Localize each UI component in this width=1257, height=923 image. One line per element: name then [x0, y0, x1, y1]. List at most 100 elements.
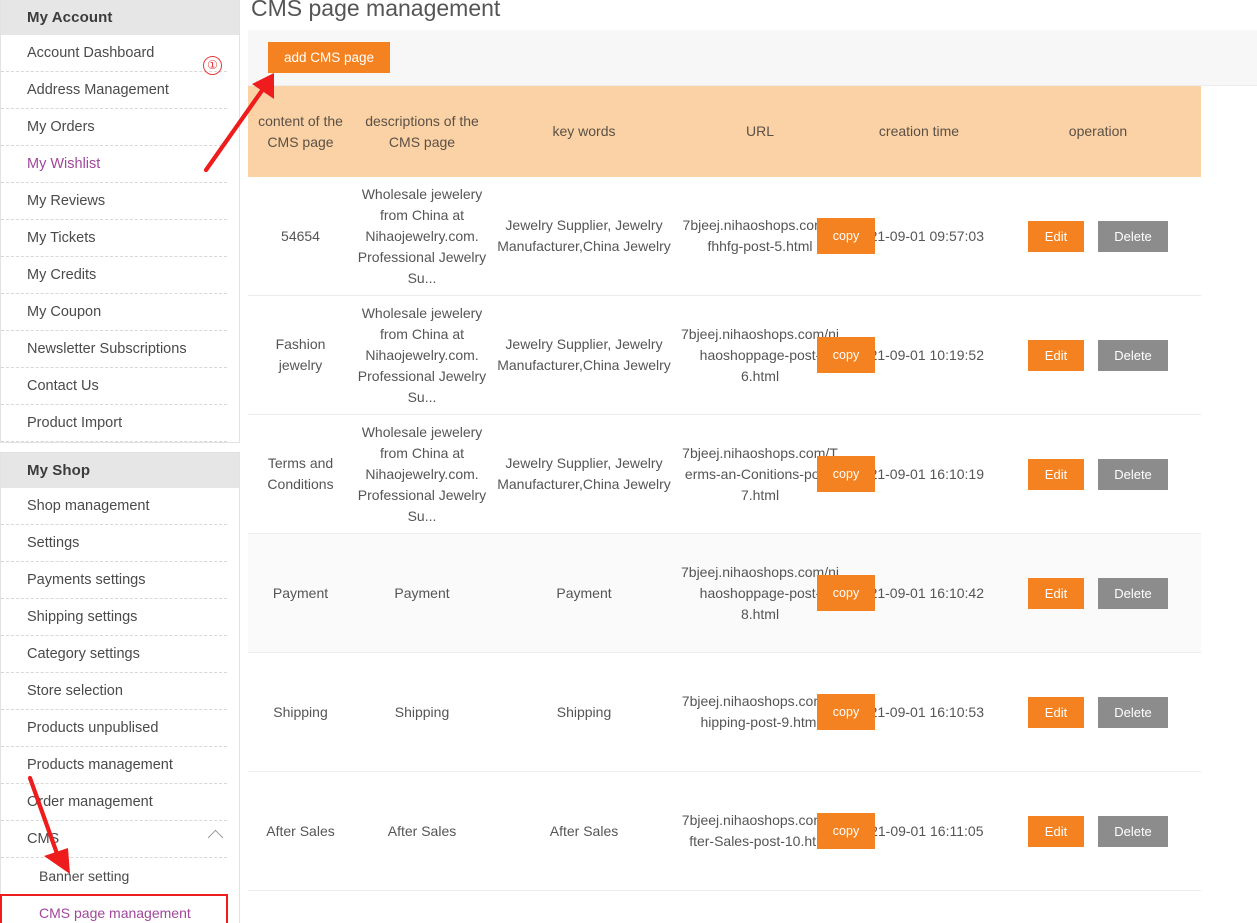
- table-row: Payment Payment Payment 7bjeej.nihaoshop…: [248, 534, 1201, 653]
- cell-operation: Edit Delete: [995, 177, 1201, 295]
- cell-content: After Sales: [266, 822, 335, 839]
- copy-url-button[interactable]: copy: [817, 337, 875, 373]
- add-cms-page-button[interactable]: add CMS page: [268, 42, 391, 73]
- sidebar-item-order-management[interactable]: Order management: [1, 784, 227, 821]
- edit-button[interactable]: Edit: [1028, 339, 1084, 371]
- url-text: 7bjeej.nihaoshops.com/Shipping-post-9.ht…: [681, 693, 839, 730]
- sidebar-panel-shop: My Shop Shop management Settings Payment…: [0, 452, 240, 923]
- edit-button[interactable]: Edit: [1028, 696, 1084, 728]
- copy-url-button[interactable]: copy: [817, 813, 875, 849]
- cell-content: Fashion jewelry: [275, 336, 326, 373]
- cell-description: Wholesale jewelery from China at Nihaoje…: [357, 423, 487, 524]
- cell-description: Wholesale jewelery from China at Nihaoje…: [357, 185, 487, 286]
- cell-description: Shipping: [394, 703, 450, 720]
- cell-operation: Edit Delete: [995, 296, 1201, 414]
- url-text: 7bjeej.nihaoshops.com/Terms-an-Conitions…: [682, 444, 838, 503]
- edit-button[interactable]: Edit: [1028, 577, 1084, 609]
- table-header-row: content of the CMS page descriptions of …: [248, 86, 1201, 177]
- cell-operation: Edit Delete: [995, 772, 1201, 890]
- copy-url-button[interactable]: copy: [817, 694, 875, 730]
- sidebar-item-account-dashboard[interactable]: Account Dashboard: [1, 35, 227, 72]
- copy-url-button[interactable]: copy: [817, 575, 875, 611]
- cell-url: 7bjeej.nihaoshops.com/gfhhfg-post-5.html…: [677, 177, 875, 295]
- sidebar-item-contact-us[interactable]: Contact Us: [1, 368, 227, 405]
- sidebar-item-products-unpublised[interactable]: Products unpublised: [1, 710, 227, 747]
- cell-operation: Edit Delete: [995, 415, 1201, 533]
- sidebar-item-product-import[interactable]: Product Import: [1, 405, 227, 442]
- cell-description: Payment: [394, 584, 450, 601]
- sidebar-item-shop-management[interactable]: Shop management: [1, 488, 227, 525]
- table-header-operation: operation: [1068, 123, 1128, 139]
- delete-button[interactable]: Delete: [1098, 815, 1168, 847]
- url-text: 7bjeej.nihaoshops.com/gfhhfg-post-5.html: [682, 217, 838, 254]
- sidebar: My Account Account Dashboard Address Man…: [0, 0, 240, 923]
- cell-content: Shipping: [273, 703, 328, 720]
- table-row: Fashion jewelry Wholesale jewelery from …: [248, 296, 1201, 415]
- url-text: 7bjeej.nihaoshops.com/nihaoshoppage-post…: [681, 563, 839, 622]
- table-header-creation-time: creation time: [878, 123, 960, 139]
- cell-keywords: Jewelry Supplier, Jewelry Manufacturer,C…: [497, 455, 671, 492]
- table-row: 54654 Wholesale jewelery from China at N…: [248, 177, 1201, 296]
- sidebar-item-my-wishlist[interactable]: My Wishlist: [1, 146, 227, 183]
- sidebar-item-payments-settings[interactable]: Payments settings: [1, 562, 227, 599]
- copy-url-button[interactable]: copy: [817, 218, 875, 254]
- toolbar: add CMS page: [248, 30, 1257, 86]
- cell-content: Terms and Conditions: [267, 455, 334, 492]
- sidebar-item-settings[interactable]: Settings: [1, 525, 227, 562]
- cell-description: After Sales: [387, 822, 457, 839]
- delete-button[interactable]: Delete: [1098, 220, 1168, 252]
- table-row: Terms and Conditions Wholesale jewelery …: [248, 415, 1201, 534]
- sidebar-item-cms[interactable]: CMS: [1, 821, 227, 858]
- sidebar-item-my-credits[interactable]: My Credits: [1, 257, 227, 294]
- cell-description: Wholesale jewelery from China at Nihaoje…: [357, 304, 487, 405]
- main-content: CMS page management add CMS page content…: [248, 0, 1257, 923]
- cell-content: Payment: [272, 584, 329, 601]
- cell-url: 7bjeej.nihaoshops.com/nihaoshoppage-post…: [677, 296, 875, 414]
- table-header-url: URL: [745, 123, 774, 139]
- delete-button[interactable]: Delete: [1098, 339, 1168, 371]
- delete-button[interactable]: Delete: [1098, 458, 1168, 490]
- sidebar-item-banner-setting[interactable]: Banner setting: [1, 858, 227, 895]
- url-text: 7bjeej.nihaoshops.com/After-Sales-post-1…: [681, 812, 839, 849]
- table-header-keywords: key words: [552, 123, 616, 139]
- sidebar-panel-account: My Account Account Dashboard Address Man…: [0, 0, 240, 443]
- table-row: After Sales After Sales After Sales 7bje…: [248, 772, 1201, 891]
- table-header-descriptions: descriptions of the CMS page: [365, 112, 479, 150]
- sidebar-account-title: My Account: [1, 0, 239, 35]
- cell-operation: Edit Delete: [995, 534, 1201, 652]
- sidebar-item-category-settings[interactable]: Category settings: [1, 636, 227, 673]
- sidebar-item-my-coupon[interactable]: My Coupon: [1, 294, 227, 331]
- sidebar-item-my-reviews[interactable]: My Reviews: [1, 183, 227, 220]
- sidebar-item-cms-label: CMS: [27, 831, 60, 847]
- delete-button[interactable]: Delete: [1098, 696, 1168, 728]
- cell-keywords: Shipping: [556, 703, 612, 720]
- sidebar-item-address-management[interactable]: Address Management: [1, 72, 227, 109]
- cell-url: 7bjeej.nihaoshops.com/After-Sales-post-1…: [677, 772, 875, 890]
- sidebar-item-cms-page-management[interactable]: CMS page management: [0, 894, 228, 923]
- cell-content: 54654: [281, 227, 320, 244]
- cell-url: 7bjeej.nihaoshops.com/Terms-an-Conitions…: [677, 415, 875, 533]
- cms-pages-table: content of the CMS page descriptions of …: [248, 86, 1201, 891]
- sidebar-item-store-selection[interactable]: Store selection: [1, 673, 227, 710]
- sidebar-shop-title: My Shop: [1, 453, 239, 488]
- cell-url: 7bjeej.nihaoshops.com/nihaoshoppage-post…: [677, 534, 875, 652]
- cell-keywords: Payment: [556, 584, 612, 601]
- copy-url-button[interactable]: copy: [817, 456, 875, 492]
- delete-button[interactable]: Delete: [1098, 577, 1168, 609]
- sidebar-item-my-tickets[interactable]: My Tickets: [1, 220, 227, 257]
- edit-button[interactable]: Edit: [1028, 458, 1084, 490]
- chevron-up-icon: [207, 829, 224, 846]
- edit-button[interactable]: Edit: [1028, 220, 1084, 252]
- table-row: Shipping Shipping Shipping 7bjeej.nihaos…: [248, 653, 1201, 772]
- sidebar-item-shipping-settings[interactable]: Shipping settings: [1, 599, 227, 636]
- edit-button[interactable]: Edit: [1028, 815, 1084, 847]
- cell-keywords: Jewelry Supplier, Jewelry Manufacturer,C…: [497, 336, 671, 373]
- cell-operation: Edit Delete: [995, 653, 1201, 771]
- sidebar-item-newsletter-subscriptions[interactable]: Newsletter Subscriptions: [1, 331, 227, 368]
- sidebar-item-products-management[interactable]: Products management: [1, 747, 227, 784]
- cell-keywords: After Sales: [549, 822, 619, 839]
- page-title: CMS page management: [251, 0, 501, 21]
- cell-url: 7bjeej.nihaoshops.com/Shipping-post-9.ht…: [677, 653, 875, 771]
- cell-keywords: Jewelry Supplier, Jewelry Manufacturer,C…: [497, 217, 671, 254]
- sidebar-item-my-orders[interactable]: My Orders: [1, 109, 227, 146]
